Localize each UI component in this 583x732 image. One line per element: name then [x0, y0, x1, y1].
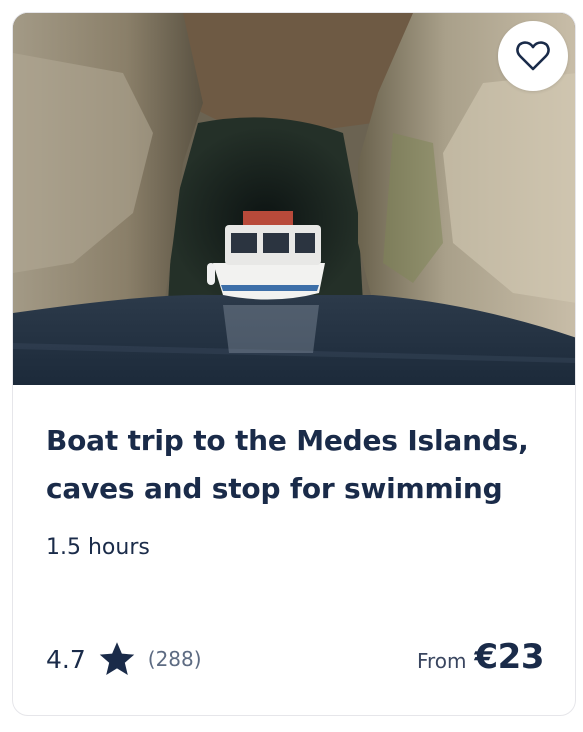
activity-title[interactable]: Boat trip to the Medes Islands, caves an…: [46, 417, 556, 513]
heart-outline-icon: [516, 41, 550, 71]
price: From €23: [416, 637, 545, 677]
activity-card[interactable]: Boat trip to the Medes Islands, caves an…: [12, 12, 576, 716]
activity-photo[interactable]: [13, 13, 575, 385]
rating-value: 4.7: [46, 644, 86, 674]
review-count: (288): [147, 647, 202, 671]
price-value: €23: [474, 637, 545, 677]
star-icon: [98, 641, 136, 677]
wishlist-button[interactable]: [498, 21, 568, 91]
activity-duration: 1.5 hours: [46, 535, 150, 560]
price-prefix: From: [416, 649, 467, 673]
rating: 4.7 (288): [46, 639, 202, 679]
